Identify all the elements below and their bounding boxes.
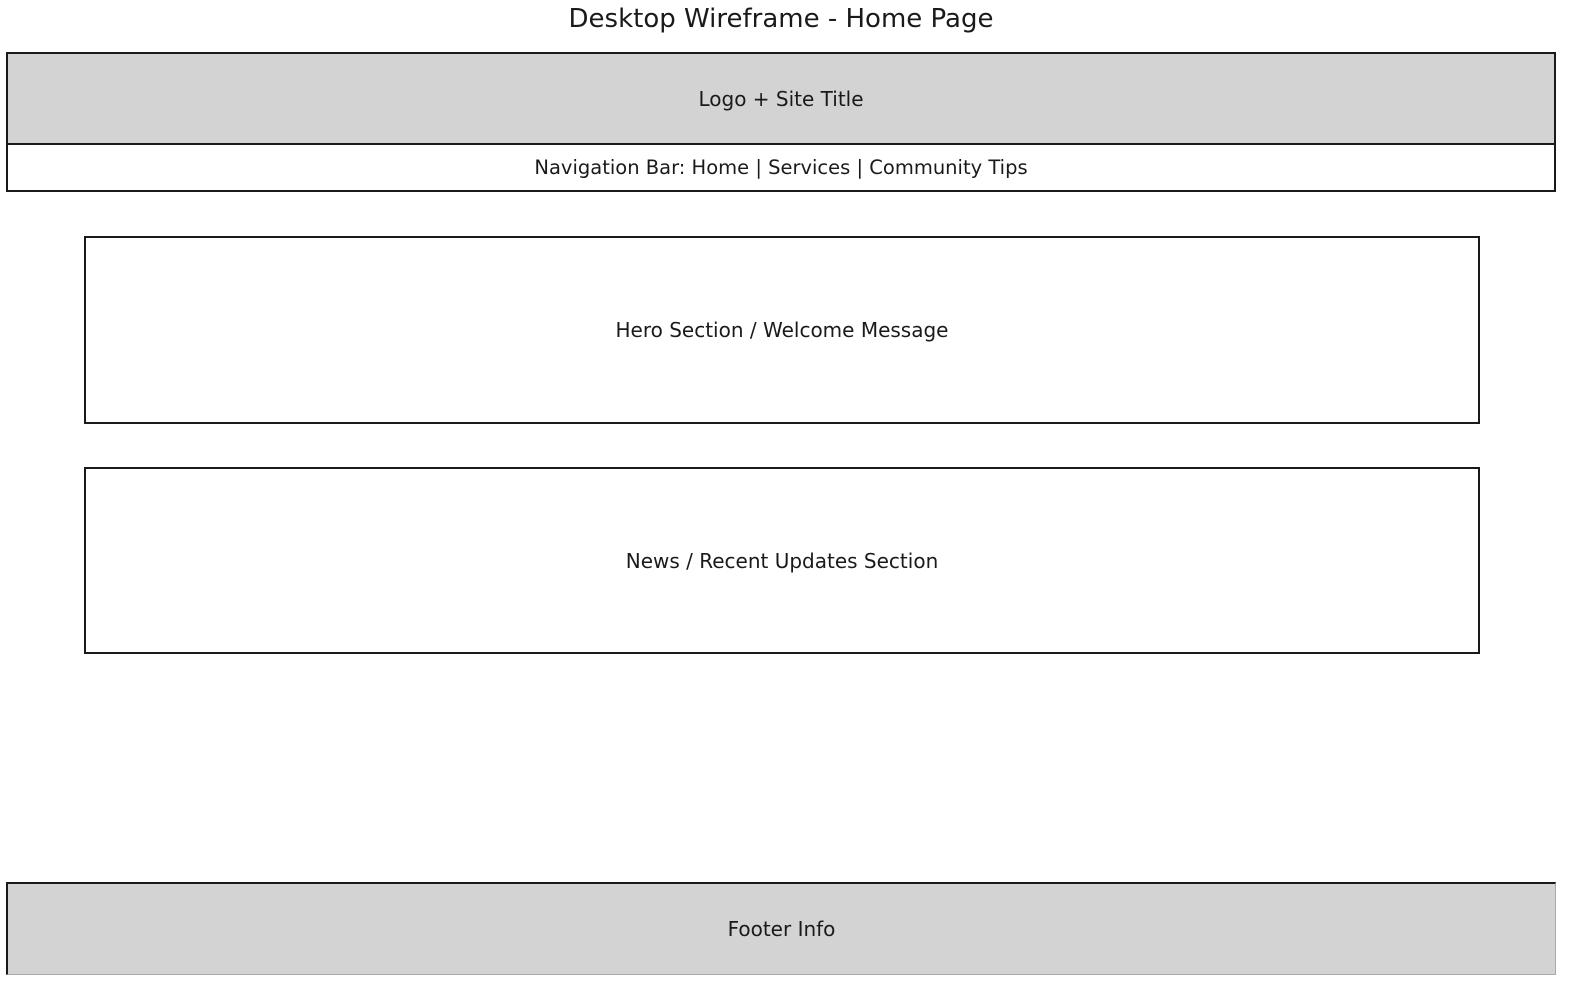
- news-section-block: News / Recent Updates Section: [84, 467, 1480, 654]
- header-block: Logo + Site Title: [6, 52, 1556, 146]
- navigation-bar-block: Navigation Bar: Home | Services | Commun…: [6, 143, 1556, 192]
- hero-label: Hero Section / Welcome Message: [615, 318, 949, 342]
- footer-block: Footer Info: [6, 882, 1556, 975]
- hero-section-block: Hero Section / Welcome Message: [84, 236, 1480, 424]
- nav-label: Navigation Bar: Home | Services | Commun…: [534, 156, 1028, 179]
- footer-label: Footer Info: [727, 917, 836, 941]
- diagram-title: Desktop Wireframe - Home Page: [568, 4, 994, 34]
- header-label: Logo + Site Title: [698, 87, 864, 111]
- news-label: News / Recent Updates Section: [625, 548, 939, 573]
